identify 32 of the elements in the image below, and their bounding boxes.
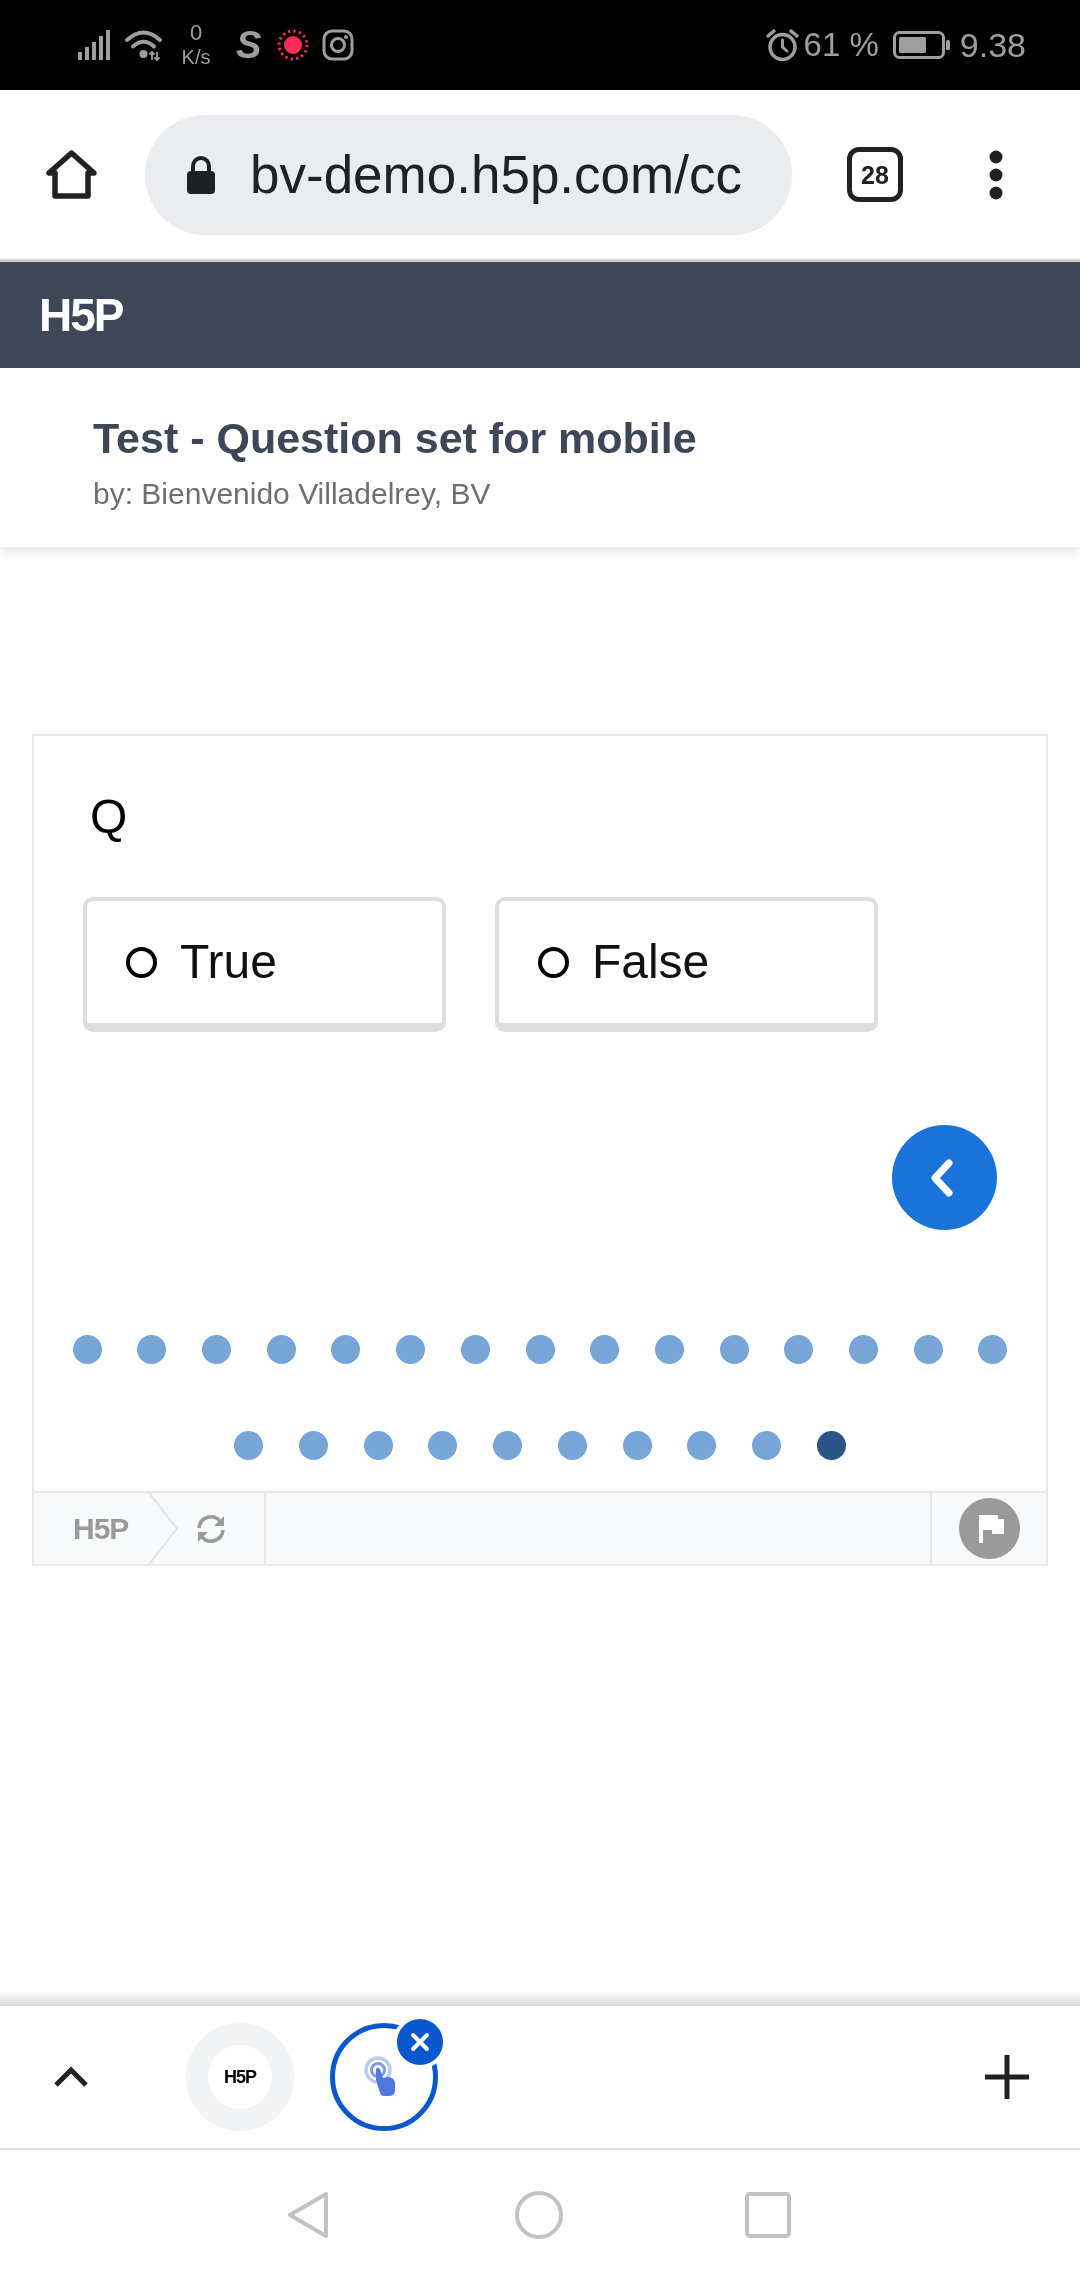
home-circle-icon[interactable] — [515, 2191, 563, 2239]
back-icon[interactable] — [286, 2190, 330, 2240]
menu-icon[interactable] — [989, 149, 1003, 200]
flag-icon[interactable] — [958, 1498, 1020, 1559]
signal-icon — [78, 30, 110, 60]
answer-option[interactable]: True — [83, 897, 446, 1032]
recent-apps-icon[interactable] — [745, 2192, 791, 2238]
content-title: Test - Question set for mobile — [93, 414, 697, 462]
wifi-icon — [125, 28, 162, 62]
caret-up-icon[interactable] — [53, 2066, 89, 2088]
address-bar[interactable]: bv-demo.h5p.com/cc — [145, 114, 792, 235]
network-speed-unit: K/s — [181, 45, 211, 69]
tab-count-button[interactable]: 28 — [847, 147, 903, 202]
battery-percent-text: 61 % — [803, 25, 879, 65]
time-text: 9.38 — [959, 25, 1026, 65]
author-byline: by: Bienvenido Villadelrey, BV — [93, 476, 491, 512]
chevron-left-icon — [929, 1158, 954, 1197]
question-text: Q — [90, 789, 128, 845]
battery-icon — [892, 31, 950, 59]
camera-icon — [322, 29, 355, 61]
lock-icon — [186, 154, 216, 195]
sun-icon — [277, 29, 310, 61]
tab-favicon: H5P — [208, 2045, 272, 2109]
network-speed-value: 0 — [189, 21, 203, 45]
browser-tab[interactable]: H5P — [186, 2023, 294, 2131]
home-icon[interactable] — [44, 148, 99, 201]
answer-option[interactable]: False — [494, 897, 879, 1032]
app-icon: S — [236, 25, 262, 65]
site-logo[interactable]: H5P — [39, 290, 123, 340]
close-icon — [410, 2032, 430, 2052]
plus-icon[interactable] — [985, 2055, 1029, 2099]
alarm-clock-icon — [764, 27, 800, 63]
